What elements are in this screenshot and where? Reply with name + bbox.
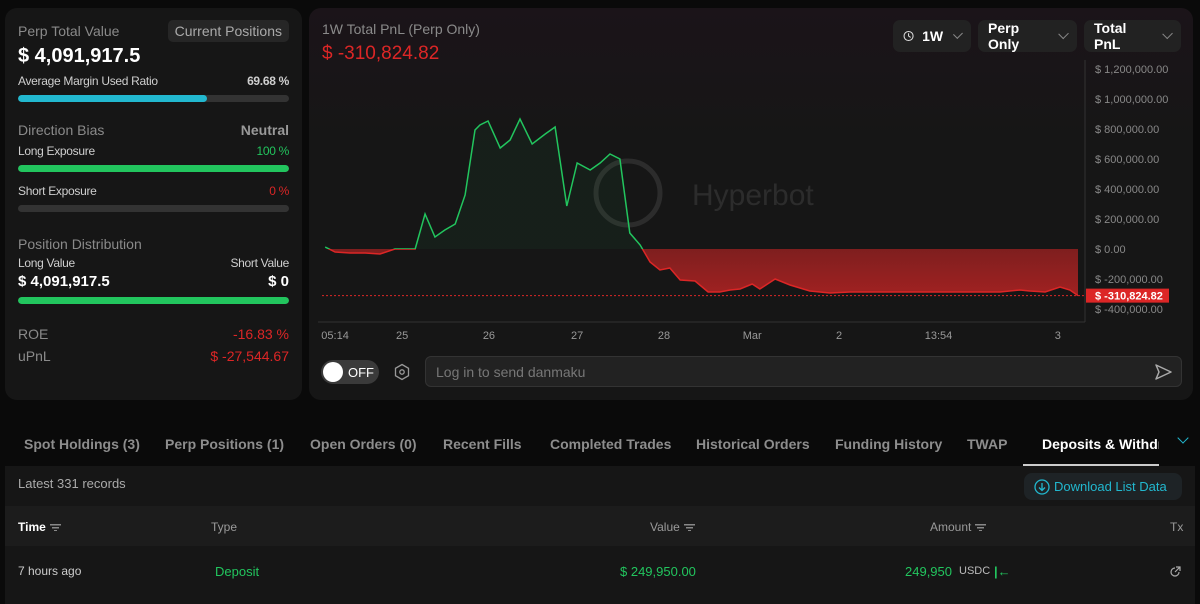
roe-label: ROE bbox=[18, 326, 49, 342]
margin-ratio-bar bbox=[18, 95, 289, 102]
y-tick-label: $ 600,000.00 bbox=[1095, 154, 1159, 166]
col-type: Type bbox=[211, 520, 238, 534]
tab-recent-fills[interactable]: Recent Fills bbox=[443, 436, 522, 452]
x-tick-label: Mar bbox=[743, 330, 762, 342]
x-tick-label: 26 bbox=[483, 330, 495, 342]
short-exposure-bar bbox=[18, 205, 289, 212]
sort-icon[interactable] bbox=[975, 524, 987, 531]
row-amount: 249,950 bbox=[905, 564, 952, 579]
y-tick-label: $ 400,000.00 bbox=[1095, 184, 1159, 196]
current-value-label: $ -310,824.82 bbox=[1095, 291, 1163, 303]
position-distribution-label: Position Distribution bbox=[18, 236, 142, 252]
y-tick-label: $ 800,000.00 bbox=[1095, 124, 1159, 136]
long-exposure-value: 100 % bbox=[256, 144, 289, 158]
short-value: $ 0 bbox=[268, 273, 289, 290]
x-tick-label: 13:54 bbox=[925, 330, 953, 342]
perp-summary-card: Perp Total Value Current Positions $ 4,0… bbox=[5, 8, 302, 400]
tab-twap[interactable]: TWAP bbox=[967, 436, 1007, 452]
watermark-text: Hyperbot bbox=[692, 179, 814, 212]
perp-total-value: $ 4,091,917.5 bbox=[18, 45, 141, 67]
toggle-label: OFF bbox=[348, 364, 374, 380]
col-amount-label: Amount bbox=[930, 520, 972, 534]
y-tick-label: $ 1,000,000.00 bbox=[1095, 94, 1168, 106]
x-tick-label: 05:14 bbox=[321, 330, 349, 342]
col-time-label: Time bbox=[18, 520, 46, 534]
y-tick-label: $ -200,000.00 bbox=[1095, 274, 1163, 286]
short-exposure-value: 0 % bbox=[269, 184, 289, 198]
pnl-area-chart: Hyperbot $ 1,200,000.00 $ 1,000,000.00 $ 8… bbox=[318, 60, 1169, 342]
roe-value: -16.83 % bbox=[232, 326, 289, 342]
y-tick-label: $ 1,200,000.00 bbox=[1095, 64, 1168, 76]
short-exposure-label: Short Exposure bbox=[18, 184, 97, 198]
external-link-icon[interactable] bbox=[1168, 565, 1182, 579]
pnl-chart-card: 1W Total PnL (Perp Only) $ -310,824.82 1… bbox=[309, 8, 1193, 400]
danmaku-toggle[interactable]: OFF bbox=[321, 360, 379, 384]
margin-ratio-value: 69.68 % bbox=[247, 74, 289, 88]
y-tick-label: $ 0.00 bbox=[1095, 244, 1126, 256]
danmaku-input[interactable]: Log in to send danmaku bbox=[425, 356, 1182, 387]
short-value-label: Short Value bbox=[230, 256, 289, 270]
col-time[interactable]: Time bbox=[18, 520, 61, 534]
x-tick-label: 28 bbox=[658, 330, 670, 342]
tab-deposits-withdrawals[interactable]: Deposits & Withdraw bbox=[1042, 436, 1159, 452]
tab-funding-history[interactable]: Funding History bbox=[835, 436, 942, 452]
distribution-bar bbox=[18, 297, 289, 304]
download-label: Download List Data bbox=[1054, 479, 1167, 494]
x-tick-label: 2 bbox=[836, 330, 842, 342]
row-time: 7 hours ago bbox=[18, 564, 82, 578]
perp-total-label: Perp Total Value bbox=[18, 23, 120, 39]
table-header bbox=[5, 506, 1195, 546]
more-tabs-chevron-icon[interactable] bbox=[1177, 432, 1189, 444]
row-value: $ 249,950.00 bbox=[620, 564, 696, 579]
download-icon bbox=[1034, 478, 1050, 495]
send-icon[interactable] bbox=[1153, 362, 1173, 382]
row-unit: USDC bbox=[959, 565, 991, 577]
tab-bar: Spot Holdings (3) Perp Positions (1) Ope… bbox=[0, 420, 1200, 466]
sort-icon[interactable] bbox=[683, 524, 695, 531]
col-amount[interactable]: Amount bbox=[930, 520, 987, 534]
col-tx: Tx bbox=[1170, 520, 1184, 534]
long-value: $ 4,091,917.5 bbox=[18, 273, 110, 290]
records-count: Latest 331 records bbox=[18, 476, 126, 491]
y-tick-label: $ 200,000.00 bbox=[1095, 214, 1159, 226]
upnl-label: uPnL bbox=[18, 348, 51, 364]
tab-perp-positions[interactable]: Perp Positions (1) bbox=[165, 436, 284, 452]
download-list-button[interactable]: Download List Data bbox=[1024, 473, 1182, 500]
row-type: Deposit bbox=[215, 564, 260, 579]
long-value-label: Long Value bbox=[18, 256, 75, 270]
current-positions-button[interactable]: Current Positions bbox=[167, 20, 289, 42]
direction-bias-label: Direction Bias bbox=[18, 122, 105, 138]
col-value-label: Value bbox=[650, 520, 680, 534]
sort-icon[interactable] bbox=[49, 524, 61, 531]
x-tick-label: 3 bbox=[1055, 330, 1061, 342]
upnl-value: $ -27,544.67 bbox=[210, 348, 289, 364]
deposit-arrow-icon: |← bbox=[994, 564, 1011, 579]
watermark: Hyperbot bbox=[593, 158, 814, 228]
direction-bias-value: Neutral bbox=[240, 122, 289, 138]
tab-completed-trades[interactable]: Completed Trades bbox=[550, 436, 671, 452]
tab-historical-orders[interactable]: Historical Orders bbox=[696, 436, 810, 452]
margin-ratio-label: Average Margin Used Ratio bbox=[18, 74, 158, 88]
long-exposure-bar bbox=[18, 165, 289, 172]
toggle-knob bbox=[323, 362, 343, 382]
settings-hex-icon[interactable] bbox=[393, 363, 411, 381]
danmaku-placeholder: Log in to send danmaku bbox=[436, 364, 586, 380]
deposits-table: Latest 331 records Download List Data Ti… bbox=[5, 466, 1195, 604]
long-exposure-label: Long Exposure bbox=[18, 144, 95, 158]
x-tick-label: 27 bbox=[571, 330, 583, 342]
tab-spot-holdings[interactable]: Spot Holdings (3) bbox=[24, 436, 140, 452]
x-tick-label: 25 bbox=[396, 330, 408, 342]
y-tick-label: $ -400,000.00 bbox=[1095, 304, 1163, 316]
col-value[interactable]: Value bbox=[650, 520, 695, 534]
tab-open-orders[interactable]: Open Orders (0) bbox=[310, 436, 417, 452]
